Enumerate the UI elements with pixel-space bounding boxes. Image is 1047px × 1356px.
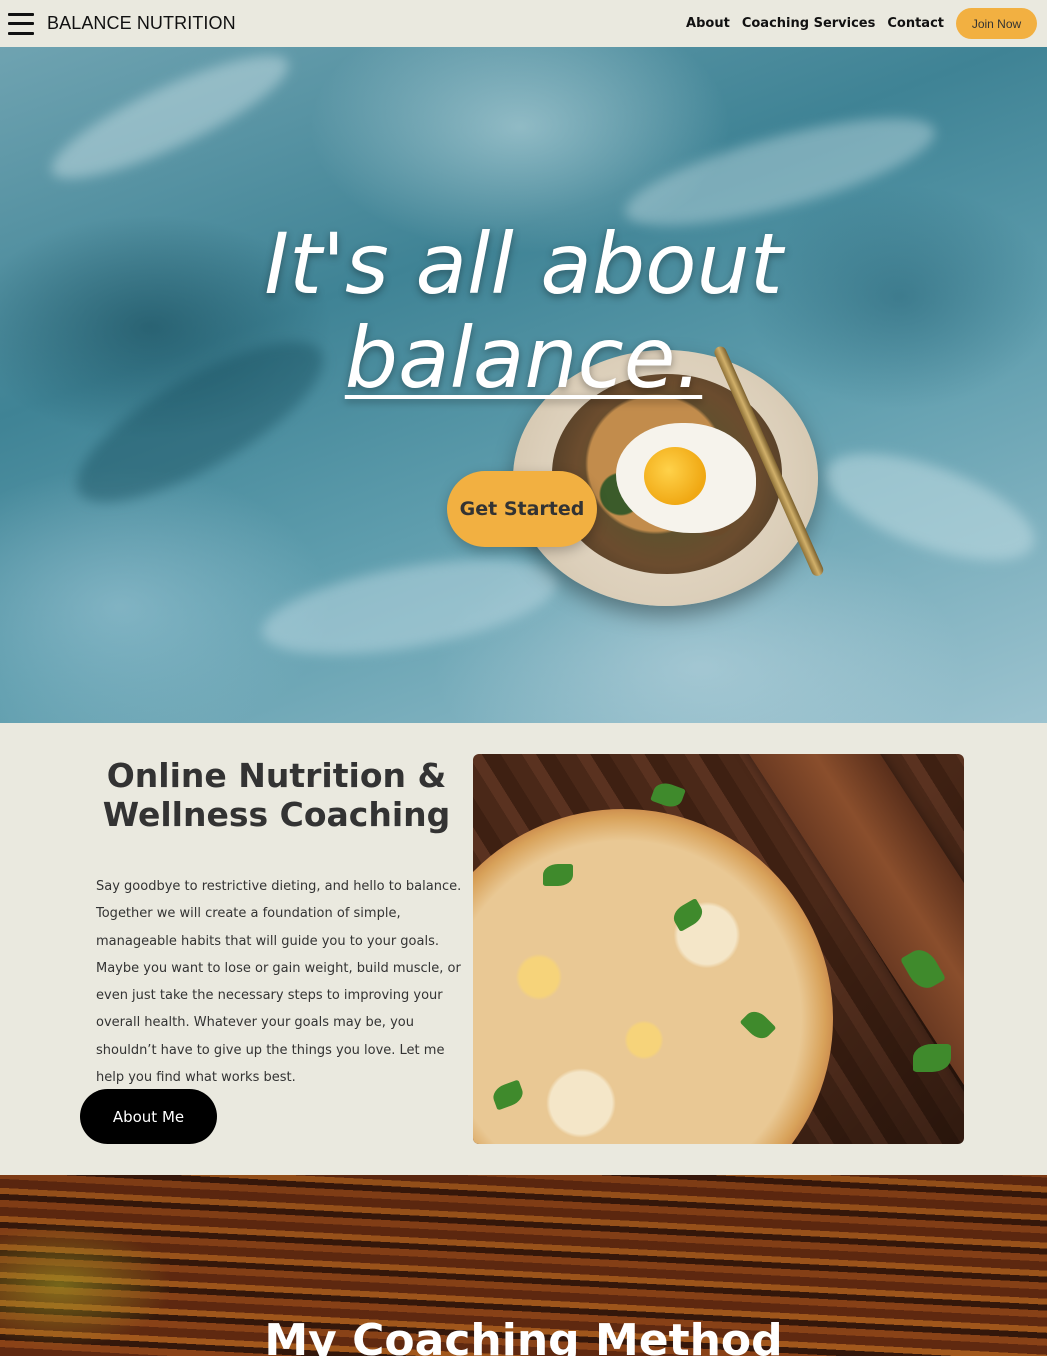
fried-egg-yolk <box>644 447 706 505</box>
nav-link-contact[interactable]: Contact <box>887 16 944 31</box>
coaching-heading: Online Nutrition & Wellness Coaching <box>102 756 451 834</box>
hamburger-menu-icon[interactable] <box>8 12 34 35</box>
cilantro-leaf <box>543 864 573 886</box>
hero-paint-stroke <box>255 541 565 673</box>
nav-link-about[interactable]: About <box>686 16 730 31</box>
pizza-image <box>473 809 833 1144</box>
pizza-photo <box>473 754 964 1144</box>
cilantro-leaf <box>650 779 686 811</box>
top-navigation: BALANCE NUTRITION About Coaching Service… <box>0 0 1047 47</box>
hero-title-line1: It's all about <box>264 215 783 313</box>
coaching-method-heading: My Coaching Method <box>264 1315 783 1356</box>
hero-title: It's all about balance. <box>0 217 1047 405</box>
coaching-description: Say goodbye to restrictive dieting, and … <box>96 879 462 1086</box>
get-started-button[interactable]: Get Started <box>447 471 597 547</box>
hero-paint-stroke <box>39 47 301 200</box>
hero-paint-stroke <box>812 431 1047 583</box>
about-me-button[interactable]: About Me <box>80 1089 217 1144</box>
nav-link-coaching-services[interactable]: Coaching Services <box>742 16 876 31</box>
coaching-method-section: My Coaching Method <box>0 1175 1047 1356</box>
cilantro-leaf <box>913 1044 951 1072</box>
nav-links: About Coaching Services Contact Join Now <box>674 8 1037 39</box>
join-now-button[interactable]: Join Now <box>956 8 1037 39</box>
hero-title-line2: balance. <box>344 309 703 407</box>
hero-section: It's all about balance. Get Started <box>0 47 1047 723</box>
brand-logo-text[interactable]: BALANCE NUTRITION <box>47 13 236 34</box>
coaching-section: Online Nutrition & Wellness Coaching Say… <box>0 723 1047 1175</box>
